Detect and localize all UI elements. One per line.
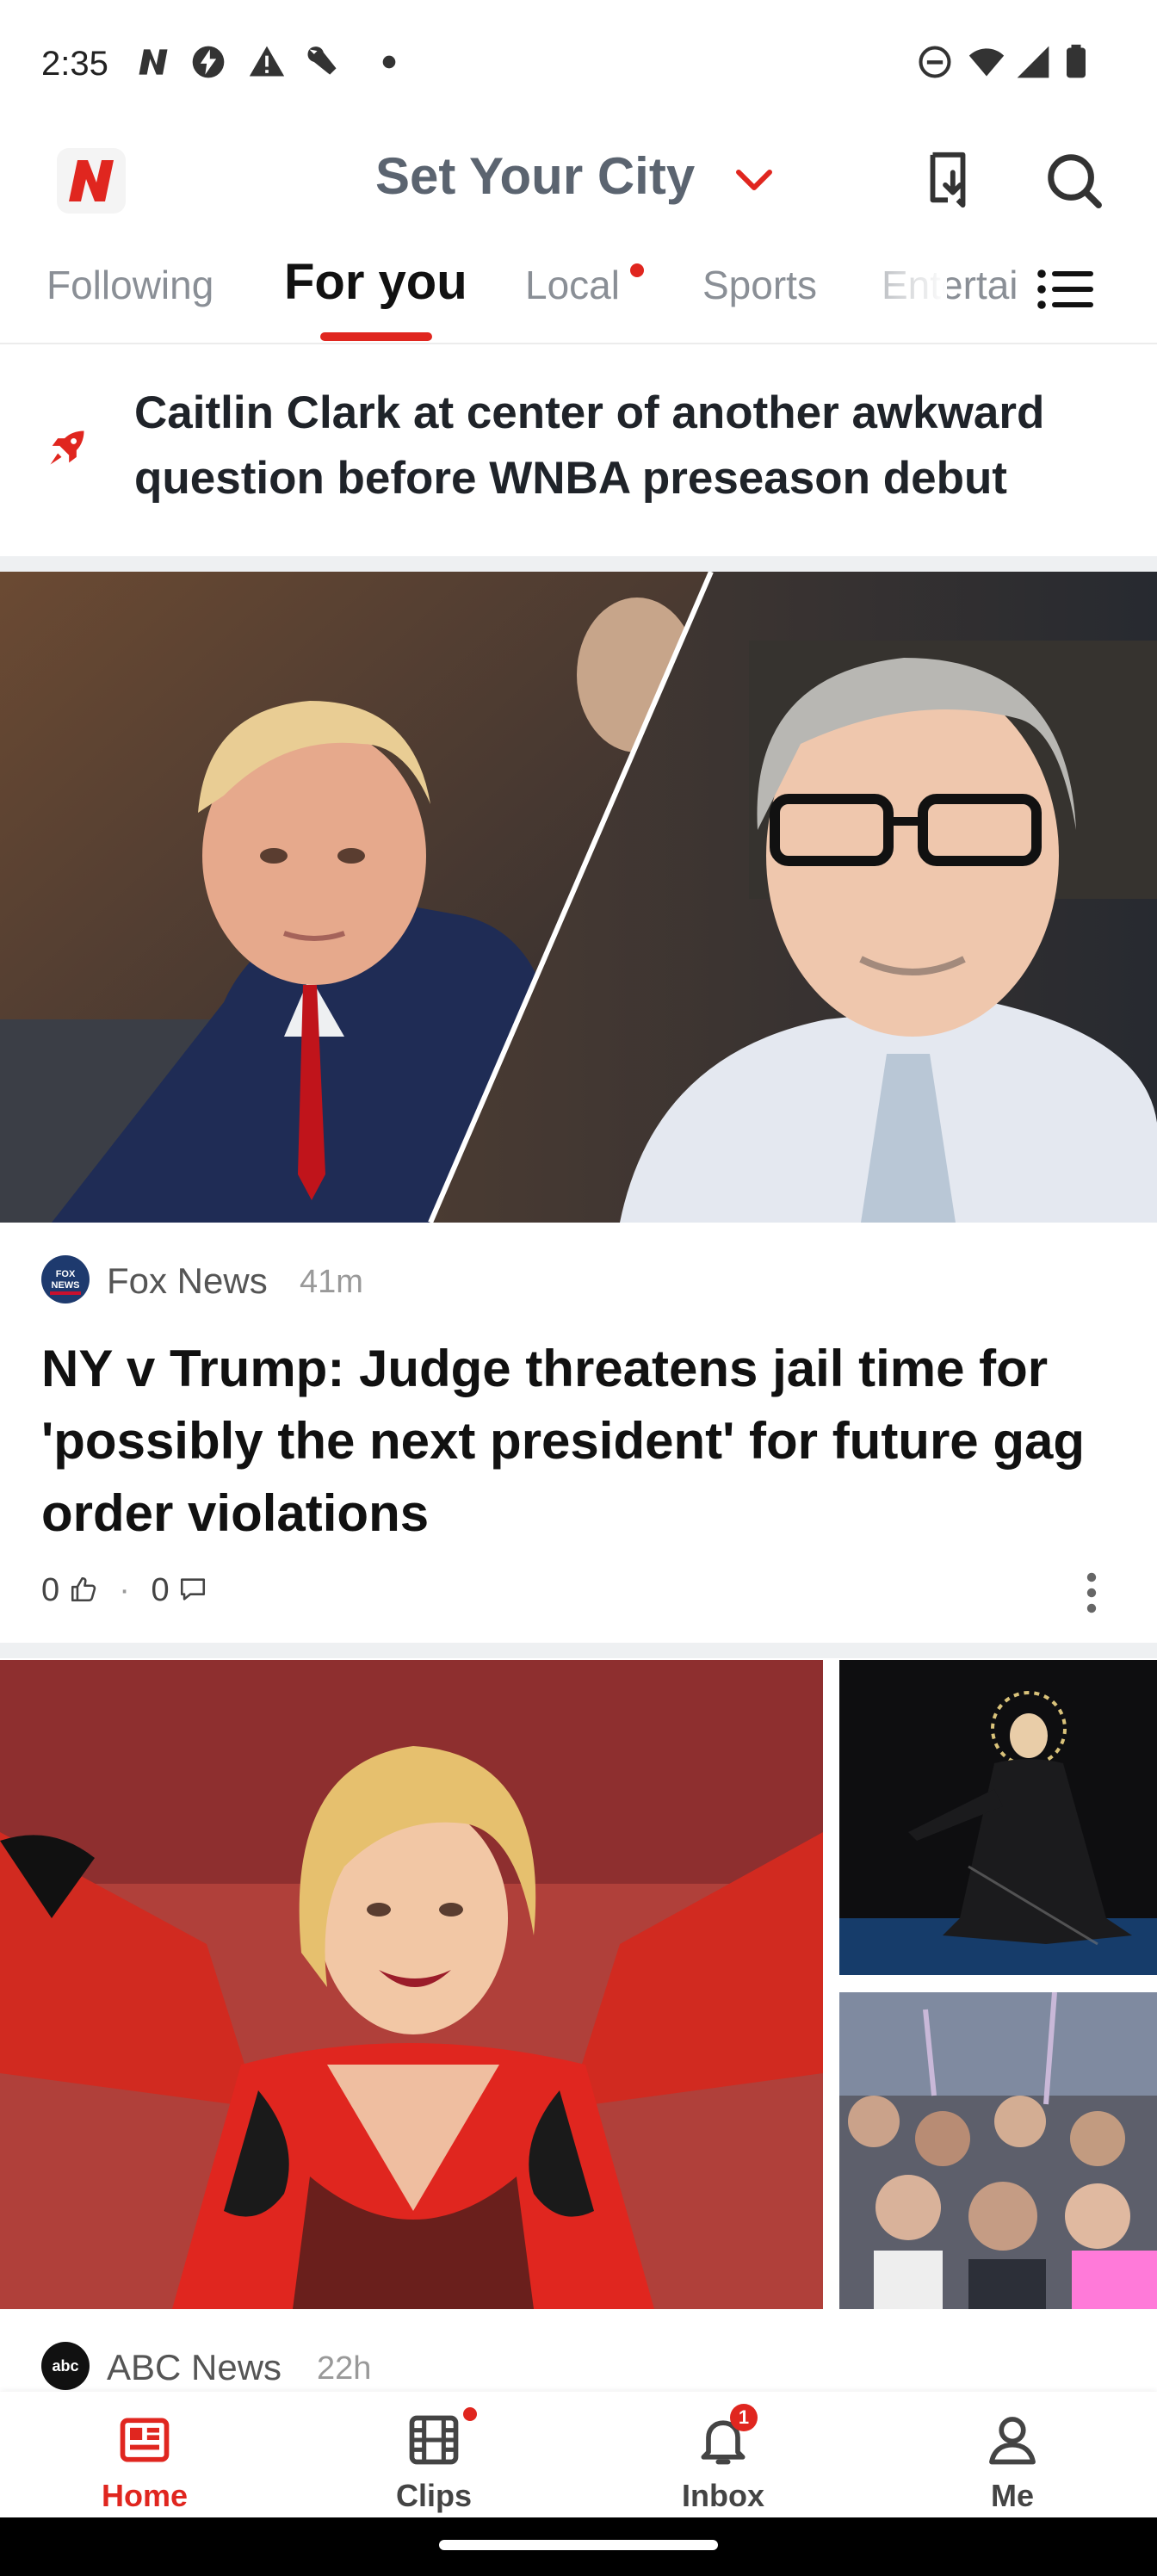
like-count: 0 [41, 1572, 60, 1608]
app-logo[interactable] [53, 145, 131, 217]
nav-home-label: Home [101, 2478, 189, 2513]
article-time: 22h [317, 2350, 372, 2387]
n-icon [139, 49, 168, 75]
article-side-image-1[interactable] [839, 1660, 1157, 1975]
fox-news-logo[interactable]: FOX NEWS [41, 1255, 90, 1303]
nav-inbox-label: Inbox [682, 2478, 764, 2513]
nav-clips-label: Clips [395, 2478, 472, 2513]
article-main-image[interactable] [0, 1660, 823, 2309]
comment-icon[interactable] [178, 1575, 207, 1604]
wifi-icon [968, 48, 1005, 77]
article-time: 41m [300, 1264, 363, 1300]
battery-icon [1067, 44, 1086, 78]
wrench-icon [307, 46, 337, 75]
nav-me[interactable]: Me [868, 2392, 1157, 2517]
abc-logo-text: abc [52, 2357, 78, 2375]
category-tabs: Following For you Local Sports Entertai [0, 250, 1157, 344]
article-side-image-2[interactable] [839, 1992, 1157, 2309]
comment-count: 0 [151, 1572, 170, 1608]
nav-me-label: Me [990, 2478, 1034, 2513]
fox-logo-text-1: FOX [56, 1269, 76, 1279]
nav-home[interactable]: Home [0, 2392, 289, 2517]
city-selector[interactable]: Set Your City [375, 146, 695, 206]
no-flash-icon [192, 46, 225, 78]
person-icon [989, 2417, 1036, 2465]
meta-separator: · [119, 1572, 130, 1608]
article-reactions: 0 · 0 [41, 1572, 207, 1609]
tabs-fade [826, 250, 947, 339]
signal-icon [1017, 46, 1049, 78]
search-icon[interactable] [1043, 150, 1104, 210]
more-options-icon[interactable] [1081, 1570, 1102, 1615]
status-bar: 2:35 [0, 0, 1157, 129]
source-name[interactable]: ABC News [107, 2347, 282, 2388]
home-news-icon [120, 2418, 170, 2462]
clips-dot [463, 2407, 477, 2421]
local-notification-dot [630, 263, 644, 277]
bottom-nav: Home Clips 1 Inbox Me [0, 2392, 1157, 2517]
inbox-badge: 1 [730, 2404, 758, 2431]
home-gesture-bar[interactable] [439, 2540, 718, 2550]
abc-news-logo[interactable]: abc [41, 2342, 90, 2390]
article-hero-image[interactable] [0, 572, 1157, 1223]
nav-clips[interactable]: Clips [289, 2392, 578, 2517]
tab-sports[interactable]: Sports [702, 262, 817, 308]
section-gap [0, 556, 1157, 572]
nav-inbox[interactable]: 1 Inbox [578, 2392, 868, 2517]
tab-following[interactable]: Following [46, 262, 213, 308]
tab-for-you[interactable]: For you [284, 253, 467, 311]
chevron-down-icon[interactable] [733, 164, 775, 198]
bookmark-download-icon[interactable] [918, 150, 978, 210]
source-name[interactable]: Fox News [107, 1260, 268, 1302]
tab-local[interactable]: Local [525, 262, 620, 308]
fox-logo-text-2: NEWS [52, 1280, 80, 1291]
dnd-icon [919, 46, 951, 78]
section-gap [0, 1643, 1157, 1658]
film-icon [409, 2415, 459, 2465]
alert-icon [249, 46, 285, 77]
status-time: 2:35 [41, 45, 108, 83]
rocket-icon [50, 430, 84, 465]
dot-icon [382, 55, 396, 69]
active-tab-indicator [320, 332, 432, 341]
trending-headline[interactable]: Caitlin Clark at center of another awkwa… [134, 381, 1124, 511]
thumbs-up-icon[interactable] [69, 1575, 98, 1604]
tab-menu-icon[interactable] [1033, 265, 1102, 313]
article-headline[interactable]: NY v Trump: Judge threatens jail time fo… [41, 1333, 1117, 1550]
